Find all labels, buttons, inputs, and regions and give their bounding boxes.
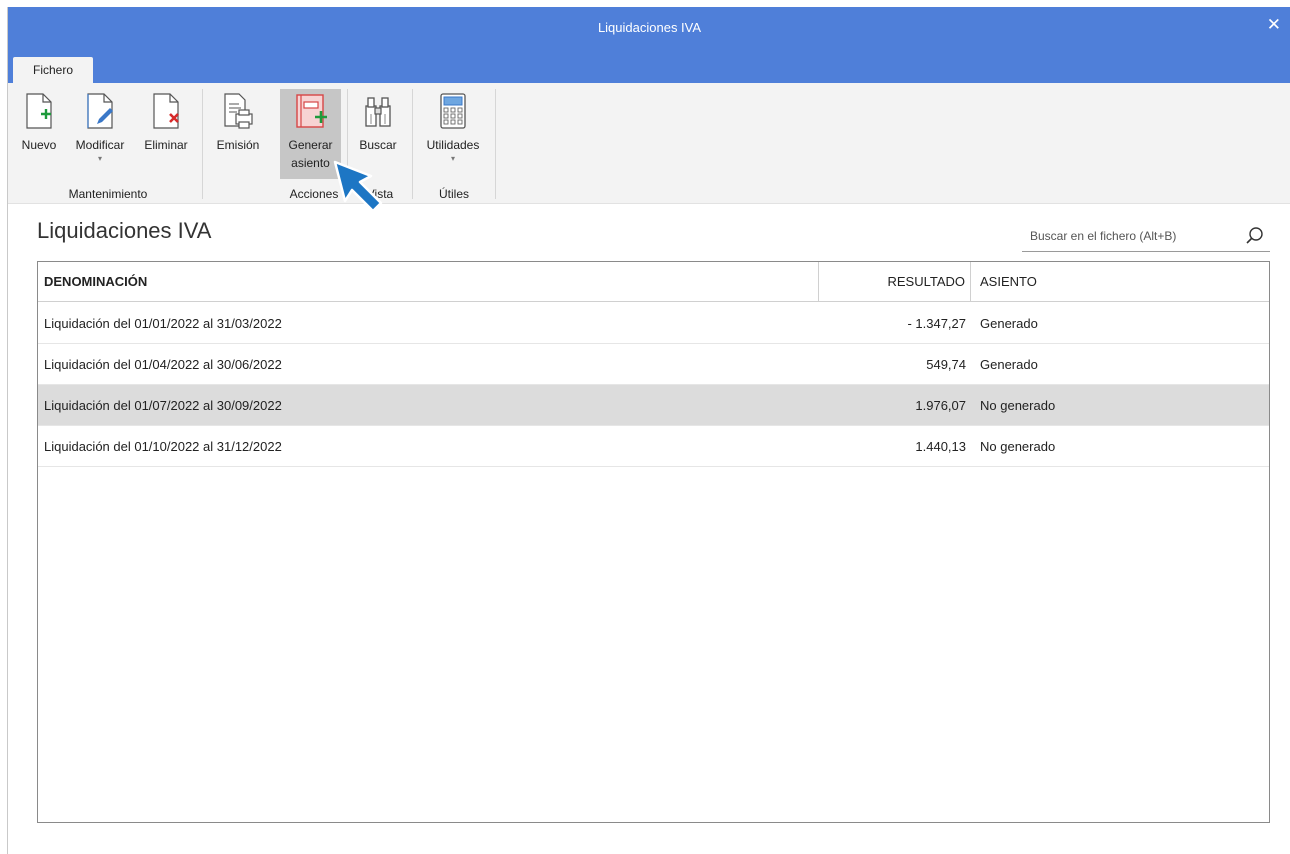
cell-denominacion: Liquidación del 01/07/2022 al 30/09/2022 bbox=[44, 398, 282, 413]
eliminar-label: Eliminar bbox=[144, 138, 188, 152]
group-separator bbox=[412, 89, 413, 199]
nuevo-button[interactable]: Nuevo bbox=[14, 89, 64, 179]
app-window: Liquidaciones IVA ✕ Fichero Nuevo Modifi… bbox=[7, 7, 1290, 854]
column-header-denominacion[interactable]: DENOMINACIÓN bbox=[38, 262, 819, 302]
new-document-icon bbox=[26, 93, 52, 129]
emision-button[interactable]: Emisión bbox=[208, 89, 268, 179]
edit-document-icon bbox=[87, 93, 113, 129]
ribbon-tab-strip: Fichero bbox=[8, 50, 1290, 84]
cell-resultado: 549,74 bbox=[926, 357, 966, 372]
calculator-icon bbox=[440, 93, 466, 129]
title-bar: Liquidaciones IVA ✕ bbox=[8, 7, 1290, 50]
search-box[interactable] bbox=[1022, 221, 1270, 252]
window-title: Liquidaciones IVA bbox=[597, 20, 702, 35]
liquidaciones-table: DENOMINACIÓN RESULTADO ASIENTO Liquidaci… bbox=[37, 261, 1270, 823]
table-row[interactable]: Liquidación del 01/04/2022 al 30/06/2022… bbox=[38, 344, 1269, 385]
column-header-asiento[interactable]: ASIENTO bbox=[972, 262, 1037, 302]
cell-denominacion: Liquidación del 01/04/2022 al 30/06/2022 bbox=[44, 357, 282, 372]
binoculars-icon bbox=[365, 97, 391, 127]
emision-label: Emisión bbox=[216, 138, 260, 152]
cell-resultado: 1.440,13 bbox=[915, 439, 966, 454]
cell-asiento: Generado bbox=[980, 316, 1038, 331]
generar-label-line2: asiento bbox=[291, 156, 330, 170]
table-row[interactable]: Liquidación del 01/01/2022 al 31/03/2022… bbox=[38, 303, 1269, 344]
cell-denominacion: Liquidación del 01/10/2022 al 31/12/2022 bbox=[44, 439, 282, 454]
cell-resultado: - 1.347,27 bbox=[907, 316, 966, 331]
table-header: DENOMINACIÓN RESULTADO ASIENTO bbox=[38, 262, 1269, 302]
search-input[interactable] bbox=[1030, 229, 1230, 243]
chevron-down-icon: ▾ bbox=[97, 154, 102, 163]
modificar-label: Modificar bbox=[75, 138, 125, 152]
cell-asiento: No generado bbox=[980, 439, 1056, 454]
cell-denominacion: Liquidación del 01/01/2022 al 31/03/2022 bbox=[44, 316, 282, 331]
utilidades-button[interactable]: Utilidades ▾ bbox=[417, 89, 489, 179]
group-label-utiles: Útiles bbox=[438, 187, 469, 201]
close-icon[interactable]: ✕ bbox=[1267, 15, 1281, 35]
ribbon: Nuevo Modificar ▾ Eliminar Emisión Gener… bbox=[8, 83, 1290, 204]
buscar-label: Buscar bbox=[359, 138, 397, 152]
print-document-icon bbox=[224, 93, 253, 129]
table-row[interactable]: Liquidación del 01/10/2022 al 31/12/2022… bbox=[38, 426, 1269, 467]
column-header-resultado[interactable]: RESULTADO bbox=[819, 262, 971, 302]
group-separator bbox=[202, 89, 203, 199]
cell-asiento: Generado bbox=[980, 357, 1038, 372]
chevron-down-icon: ▾ bbox=[450, 154, 455, 163]
tab-fichero[interactable]: Fichero bbox=[13, 57, 93, 84]
generar-label-line1: Generar bbox=[288, 138, 333, 152]
cell-asiento: No generado bbox=[980, 398, 1056, 413]
pointer-arrow-icon bbox=[333, 160, 383, 213]
cell-resultado: 1.976,07 bbox=[915, 398, 966, 413]
modificar-button[interactable]: Modificar ▾ bbox=[66, 89, 134, 179]
page-title: Liquidaciones IVA bbox=[37, 218, 212, 243]
table-row-selected[interactable]: Liquidación del 01/07/2022 al 30/09/2022… bbox=[38, 385, 1269, 426]
group-label-mantenimiento: Mantenimiento bbox=[68, 187, 148, 201]
eliminar-button[interactable]: Eliminar bbox=[136, 89, 196, 179]
search-icon[interactable] bbox=[1245, 226, 1265, 246]
generate-entry-icon bbox=[295, 94, 327, 128]
group-separator bbox=[495, 89, 496, 199]
nuevo-label: Nuevo bbox=[21, 138, 57, 152]
delete-document-icon bbox=[153, 93, 179, 129]
utilidades-label: Utilidades bbox=[426, 138, 480, 152]
